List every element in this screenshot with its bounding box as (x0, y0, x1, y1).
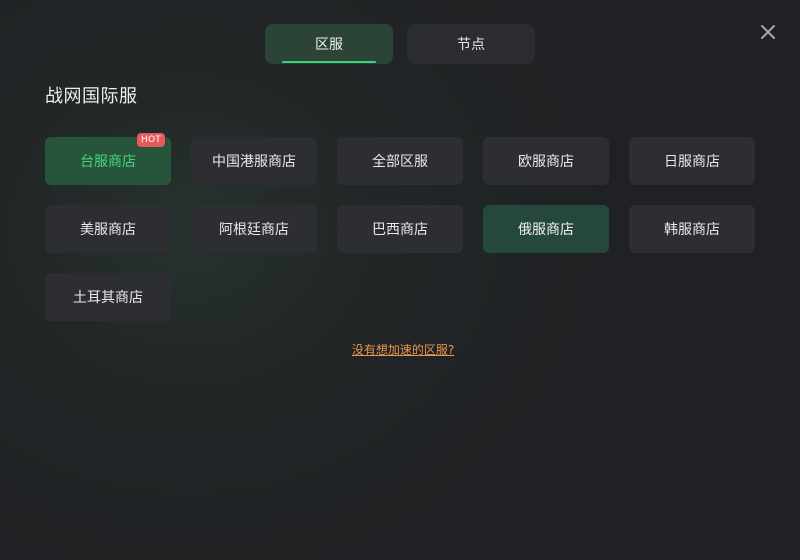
tab-bar: 区服 节点 (265, 24, 535, 64)
region-button-br-store[interactable]: 巴西商店 (337, 205, 463, 253)
region-button-tr-store[interactable]: 土耳其商店 (45, 273, 171, 321)
tab-node-label: 节点 (457, 37, 485, 53)
region-button-kr-store[interactable]: 韩服商店 (629, 205, 755, 253)
region-label: 韩服商店 (664, 222, 720, 238)
region-button-us-store[interactable]: 美服商店 (45, 205, 171, 253)
region-button-ar-store[interactable]: 阿根廷商店 (191, 205, 317, 253)
region-label: 全部区服 (372, 154, 428, 170)
section-title: 战网国际服 (45, 86, 138, 107)
region-label: 欧服商店 (518, 154, 574, 170)
region-button-eu-store[interactable]: 欧服商店 (483, 137, 609, 185)
tab-node[interactable]: 节点 (407, 24, 535, 64)
tab-region-label: 区服 (315, 37, 343, 53)
region-button-tw-store[interactable]: 台服商店 HOT (45, 133, 171, 185)
region-button-all-regions[interactable]: 全部区服 (337, 137, 463, 185)
region-button-jp-store[interactable]: 日服商店 (629, 137, 755, 185)
missing-region-link[interactable]: 没有想加速的区服? (0, 341, 800, 358)
region-label: 巴西商店 (372, 222, 428, 238)
region-label: 日服商店 (664, 154, 720, 170)
region-grid: 台服商店 HOT 中国港服商店 全部区服 欧服商店 日服商店 美服商店 阿根廷商… (45, 133, 755, 321)
region-label: 俄服商店 (518, 222, 574, 238)
tab-region[interactable]: 区服 (265, 24, 393, 64)
region-button-ru-store[interactable]: 俄服商店 (483, 205, 609, 253)
hot-badge: HOT (137, 133, 165, 147)
region-label: 土耳其商店 (73, 290, 143, 306)
region-label: 美服商店 (80, 222, 136, 238)
close-icon (761, 25, 775, 39)
active-tab-indicator (282, 61, 376, 63)
region-select-dialog: 区服 节点 战网国际服 台服商店 HOT 中国港服商店 全部区服 欧服商店 日服… (0, 0, 800, 560)
region-label: 台服商店 (80, 154, 136, 170)
region-label: 阿根廷商店 (219, 222, 289, 238)
close-button[interactable] (757, 21, 779, 43)
region-label: 中国港服商店 (212, 154, 296, 170)
region-button-hk-store[interactable]: 中国港服商店 (191, 137, 317, 185)
